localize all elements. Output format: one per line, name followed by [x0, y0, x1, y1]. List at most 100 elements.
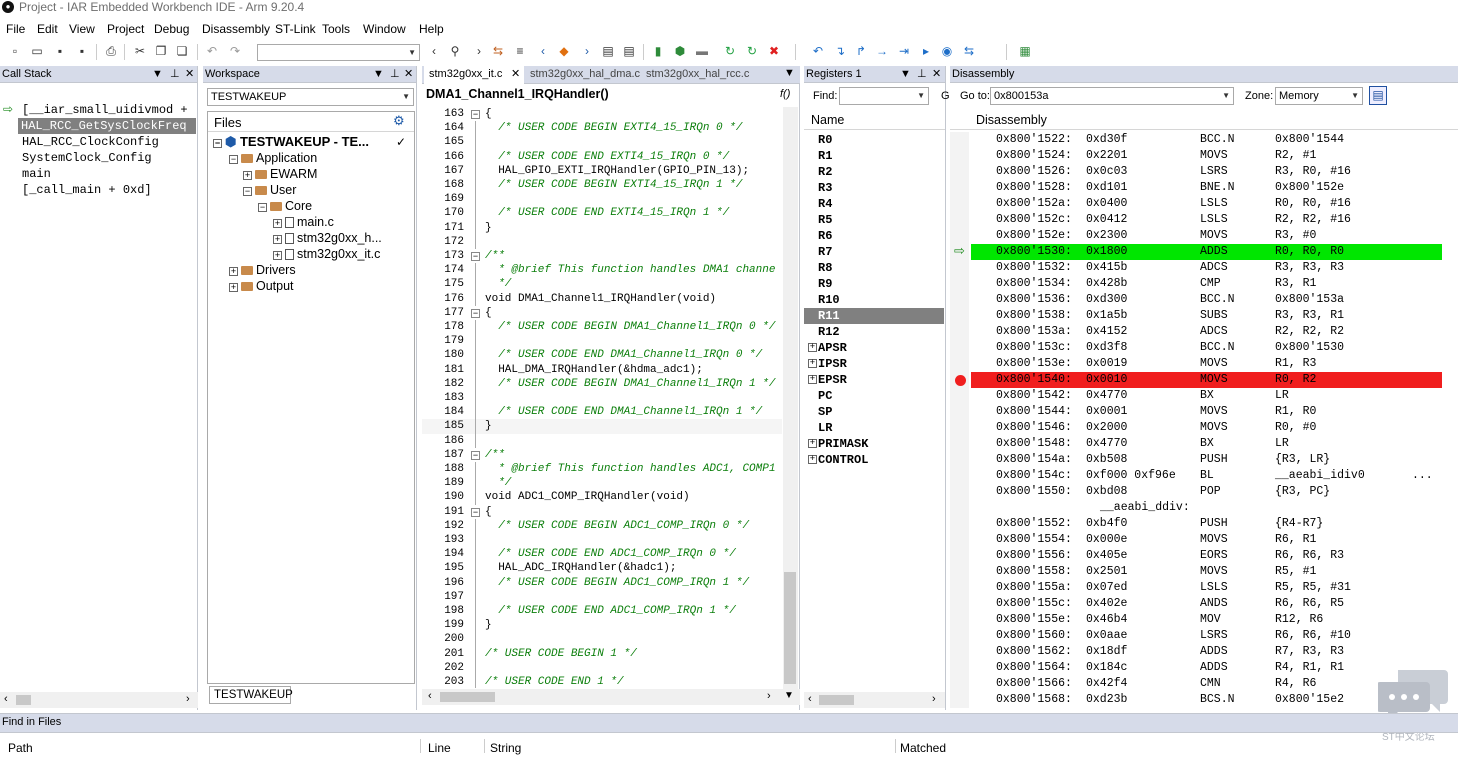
horizontal-scrollbar[interactable]: ‹ ›: [804, 692, 945, 708]
code-line[interactable]: 172: [422, 234, 782, 249]
register-row[interactable]: R2: [804, 164, 944, 180]
register-row[interactable]: + APSR: [804, 340, 944, 356]
code-line[interactable]: 191−{: [422, 505, 782, 519]
breakpoint-icon[interactable]: [955, 375, 966, 386]
prev-bookmark-icon[interactable]: ‹: [536, 44, 550, 58]
fold-toggle-icon[interactable]: −: [471, 450, 480, 460]
dropdown-icon[interactable]: ▼: [373, 66, 384, 82]
code-line[interactable]: 177−{: [422, 306, 782, 320]
code-line[interactable]: 178 /* USER CODE BEGIN DMA1_Channel1_IRQ…: [422, 320, 782, 335]
menu-edit[interactable]: Edit: [37, 22, 58, 36]
stack-icon[interactable]: ▦: [1018, 44, 1032, 58]
break-icon[interactable]: ⇆: [962, 44, 976, 58]
undo-icon[interactable]: ↶: [205, 44, 219, 58]
register-row[interactable]: R1: [804, 148, 944, 164]
pin-icon[interactable]: ⊥: [390, 66, 400, 82]
code-line[interactable]: 166 /* USER CODE END EXTI4_15_IRQn 0 */: [422, 149, 782, 164]
disassembly-row[interactable]: __aeabi_ddiv:: [950, 500, 1458, 516]
fold-toggle-icon[interactable]: −: [471, 507, 480, 517]
tree-project[interactable]: − ⬢ TESTWAKEUP - TE...: [213, 134, 369, 150]
code-line[interactable]: 175 */: [422, 277, 782, 292]
debug-icon[interactable]: ⬢: [673, 44, 687, 58]
disassembly-row[interactable]: 0x800'1540: 0x0010 MOVS R0, R2: [950, 372, 1458, 388]
redo-icon[interactable]: ↷: [228, 44, 242, 58]
next-bookmark-icon[interactable]: ›: [580, 44, 594, 58]
scroll-thumb[interactable]: [784, 572, 796, 684]
fold-toggle-icon[interactable]: −: [471, 308, 480, 318]
col-path[interactable]: Path: [8, 739, 33, 757]
disassembly-row[interactable]: 0x800'1538: 0x1a5b SUBS R3, R3, R1: [950, 308, 1458, 324]
new-file-icon[interactable]: ▫: [8, 44, 22, 58]
stop-icon[interactable]: ✖: [767, 44, 781, 58]
register-row[interactable]: R5: [804, 212, 944, 228]
copy-icon[interactable]: ❐: [154, 44, 168, 58]
tab-hal-dma[interactable]: stm32g0xx_hal_dma.c: [530, 66, 640, 83]
code-line[interactable]: 189 */: [422, 476, 782, 491]
code-line[interactable]: 203 /* USER CODE END 1 */: [422, 675, 782, 688]
vertical-scrollbar[interactable]: [783, 107, 798, 689]
code-line[interactable]: 183: [422, 391, 782, 406]
fold-toggle-icon[interactable]: −: [471, 252, 480, 261]
code-line[interactable]: 164 /* USER CODE BEGIN EXTI4_15_IRQn 0 *…: [422, 121, 782, 136]
step-out-icon[interactable]: →: [875, 44, 889, 58]
code-line[interactable]: 194 /* USER CODE END ADC1_COMP_IRQn 0 */: [422, 547, 782, 562]
code-line[interactable]: 202: [422, 660, 782, 675]
code-line[interactable]: 176 void DMA1_Channel1_IRQHandler(void): [422, 291, 782, 306]
disassembly-row[interactable]: 0x800'1532: 0x415b ADCS R3, R3, R3: [950, 260, 1458, 276]
register-row[interactable]: SP: [804, 404, 944, 420]
code-line[interactable]: 182 /* USER CODE BEGIN DMA1_Channel1_IRQ…: [422, 376, 782, 391]
menu-stlink[interactable]: ST-Link: [275, 22, 316, 36]
call-stack-item[interactable]: [_call_main + 0xd]: [22, 182, 152, 198]
disassembly-row[interactable]: 0x800'1544: 0x0001 MOVS R1, R0: [950, 404, 1458, 420]
workspace-config-select[interactable]: TESTWAKEUP ▼: [207, 88, 414, 106]
tree-file-hal[interactable]: + stm32g0xx_h...: [273, 230, 382, 246]
menu-tools[interactable]: Tools: [322, 22, 350, 36]
col-line[interactable]: Line: [428, 739, 451, 757]
scroll-thumb[interactable]: [440, 692, 495, 702]
col-matched[interactable]: Matched: [900, 739, 946, 757]
nav-forward-icon[interactable]: ›: [472, 44, 486, 58]
code-line[interactable]: 199}: [422, 618, 782, 633]
code-line[interactable]: 184 /* USER CODE END DMA1_Channel1_IRQn …: [422, 405, 782, 420]
scroll-right-icon[interactable]: ›: [186, 693, 190, 705]
gear-icon[interactable]: ⚙: [393, 113, 405, 129]
disassembly-row[interactable]: 0x800'1556: 0x405e EORS R6, R6, R3: [950, 548, 1458, 564]
compile-icon[interactable]: ▤: [601, 44, 615, 58]
code-line[interactable]: 187−/**: [422, 448, 782, 462]
disassembly-row[interactable]: 0x800'1526: 0x0c03 LSRS R3, R0, #16: [950, 164, 1458, 180]
disassembly-row[interactable]: 0x800'155e: 0x46b4 MOV R12, R6: [950, 612, 1458, 628]
horizontal-scrollbar[interactable]: ‹ ›: [0, 692, 198, 708]
code-line[interactable]: 188 * @brief This function handles ADC1,…: [422, 462, 782, 477]
scroll-left-icon[interactable]: ‹: [4, 693, 8, 705]
toggle-bookmark-icon[interactable]: ⇆: [491, 44, 505, 58]
code-line[interactable]: 167 HAL_GPIO_EXTI_IRQHandler(GPIO_PIN_13…: [422, 163, 782, 178]
fold-toggle-icon[interactable]: −: [471, 110, 480, 119]
next-statement-icon[interactable]: ⇥: [897, 44, 911, 58]
scroll-left-icon[interactable]: ‹: [428, 690, 432, 702]
close-icon[interactable]: ✕: [185, 66, 194, 82]
tree-group-drivers[interactable]: + Drivers: [229, 262, 296, 278]
scroll-left-icon[interactable]: ‹: [808, 693, 812, 705]
disassembly-row[interactable]: 0x800'154c: 0xf000 0xf96e BL __aeabi_idiv0.…: [950, 468, 1458, 484]
menu-file[interactable]: File: [6, 22, 25, 36]
code-line[interactable]: 197: [422, 589, 782, 604]
step-into-icon[interactable]: ↱: [854, 44, 868, 58]
build-icon[interactable]: ▮: [651, 44, 665, 58]
scroll-thumb[interactable]: [819, 695, 854, 705]
code-line[interactable]: 200: [422, 632, 782, 647]
zone-select[interactable]: Memory ▼: [1275, 87, 1363, 105]
code-line[interactable]: 171}: [422, 220, 782, 235]
horizontal-scrollbar[interactable]: ‹ › ▼: [422, 689, 800, 705]
new-doc-icon[interactable]: ▭: [30, 44, 44, 58]
scroll-thumb[interactable]: [16, 695, 31, 705]
scroll-right-icon[interactable]: ›: [767, 690, 771, 702]
batch-icon[interactable]: ▬: [695, 44, 709, 58]
tree-group-ewarm[interactable]: + EWARM: [243, 166, 317, 182]
close-tab-icon[interactable]: ✕: [511, 66, 520, 83]
code-line[interactable]: 185}: [422, 419, 782, 434]
register-row[interactable]: R4: [804, 196, 944, 212]
disassembly-row[interactable]: 0x800'153e: 0x0019 MOVS R1, R3: [950, 356, 1458, 372]
pin-icon[interactable]: ⊥: [917, 66, 927, 82]
call-stack-item-selected[interactable]: HAL_RCC_GetSysClockFreq: [18, 118, 196, 134]
expand-icon[interactable]: +: [808, 455, 817, 464]
